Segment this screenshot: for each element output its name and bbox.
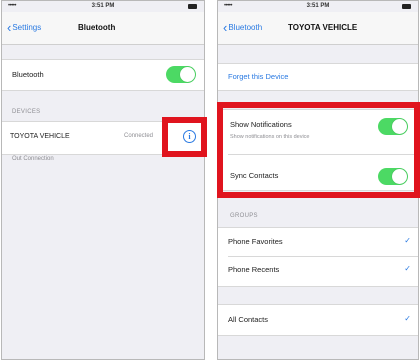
bluetooth-settings-screen: ••••• 3:51 PM ‹ Settings Bluetooth Bluet… [1, 0, 205, 360]
checkmark-icon: ✓ [404, 314, 411, 323]
device-footnote: Out Connection [12, 156, 54, 162]
battery-icon [188, 4, 197, 9]
checkmark-icon: ✓ [404, 236, 411, 245]
back-button-settings[interactable]: ‹ Settings [7, 19, 42, 35]
status-time: 3:51 PM [306, 3, 330, 9]
groups-list: Phone Favorites ✓ Phone Recents ✓ [218, 227, 418, 287]
all-contacts-label: All Contacts [228, 315, 269, 324]
back-button-bluetooth[interactable]: ‹ Bluetooth [223, 19, 263, 35]
status-bar: ••••• 3:51 PM [2, 1, 204, 12]
bluetooth-row: Bluetooth [2, 59, 204, 91]
navigation-bar: ‹ Bluetooth TOYOTA VEHICLE [218, 12, 418, 45]
highlight-options [217, 102, 420, 198]
devices-header: DEVICES [12, 109, 41, 115]
all-contacts-row[interactable]: All Contacts ✓ [218, 304, 418, 336]
back-label: Settings [12, 23, 42, 32]
toggle-knob [180, 67, 195, 82]
page-title: Bluetooth [78, 23, 116, 32]
navigation-bar: ‹ Settings Bluetooth [2, 12, 204, 45]
status-bar: ••••• 3:51 PM [218, 1, 418, 12]
status-time: 3:51 PM [91, 3, 115, 9]
page-title: TOYOTA VEHICLE [288, 23, 358, 32]
bluetooth-label: Bluetooth [12, 70, 44, 79]
phone-recents-label[interactable]: Phone Recents [228, 265, 279, 274]
back-label: Bluetooth [228, 23, 263, 32]
battery-icon [402, 4, 411, 9]
device-name: TOYOTA VEHICLE [10, 133, 70, 140]
groups-header: GROUPS [230, 213, 258, 219]
checkmark-icon: ✓ [404, 264, 411, 273]
phone-favorites-label[interactable]: Phone Favorites [228, 237, 283, 246]
bluetooth-toggle[interactable] [166, 66, 196, 83]
forget-device-row[interactable]: Forget this Device [218, 63, 418, 91]
chevron-left-icon: ‹ [7, 19, 12, 35]
chevron-left-icon: ‹ [223, 19, 228, 35]
highlight-info-button [162, 117, 207, 157]
forget-device-link[interactable]: Forget this Device [228, 72, 288, 81]
divider [228, 256, 418, 257]
device-status: Connected [124, 133, 154, 139]
